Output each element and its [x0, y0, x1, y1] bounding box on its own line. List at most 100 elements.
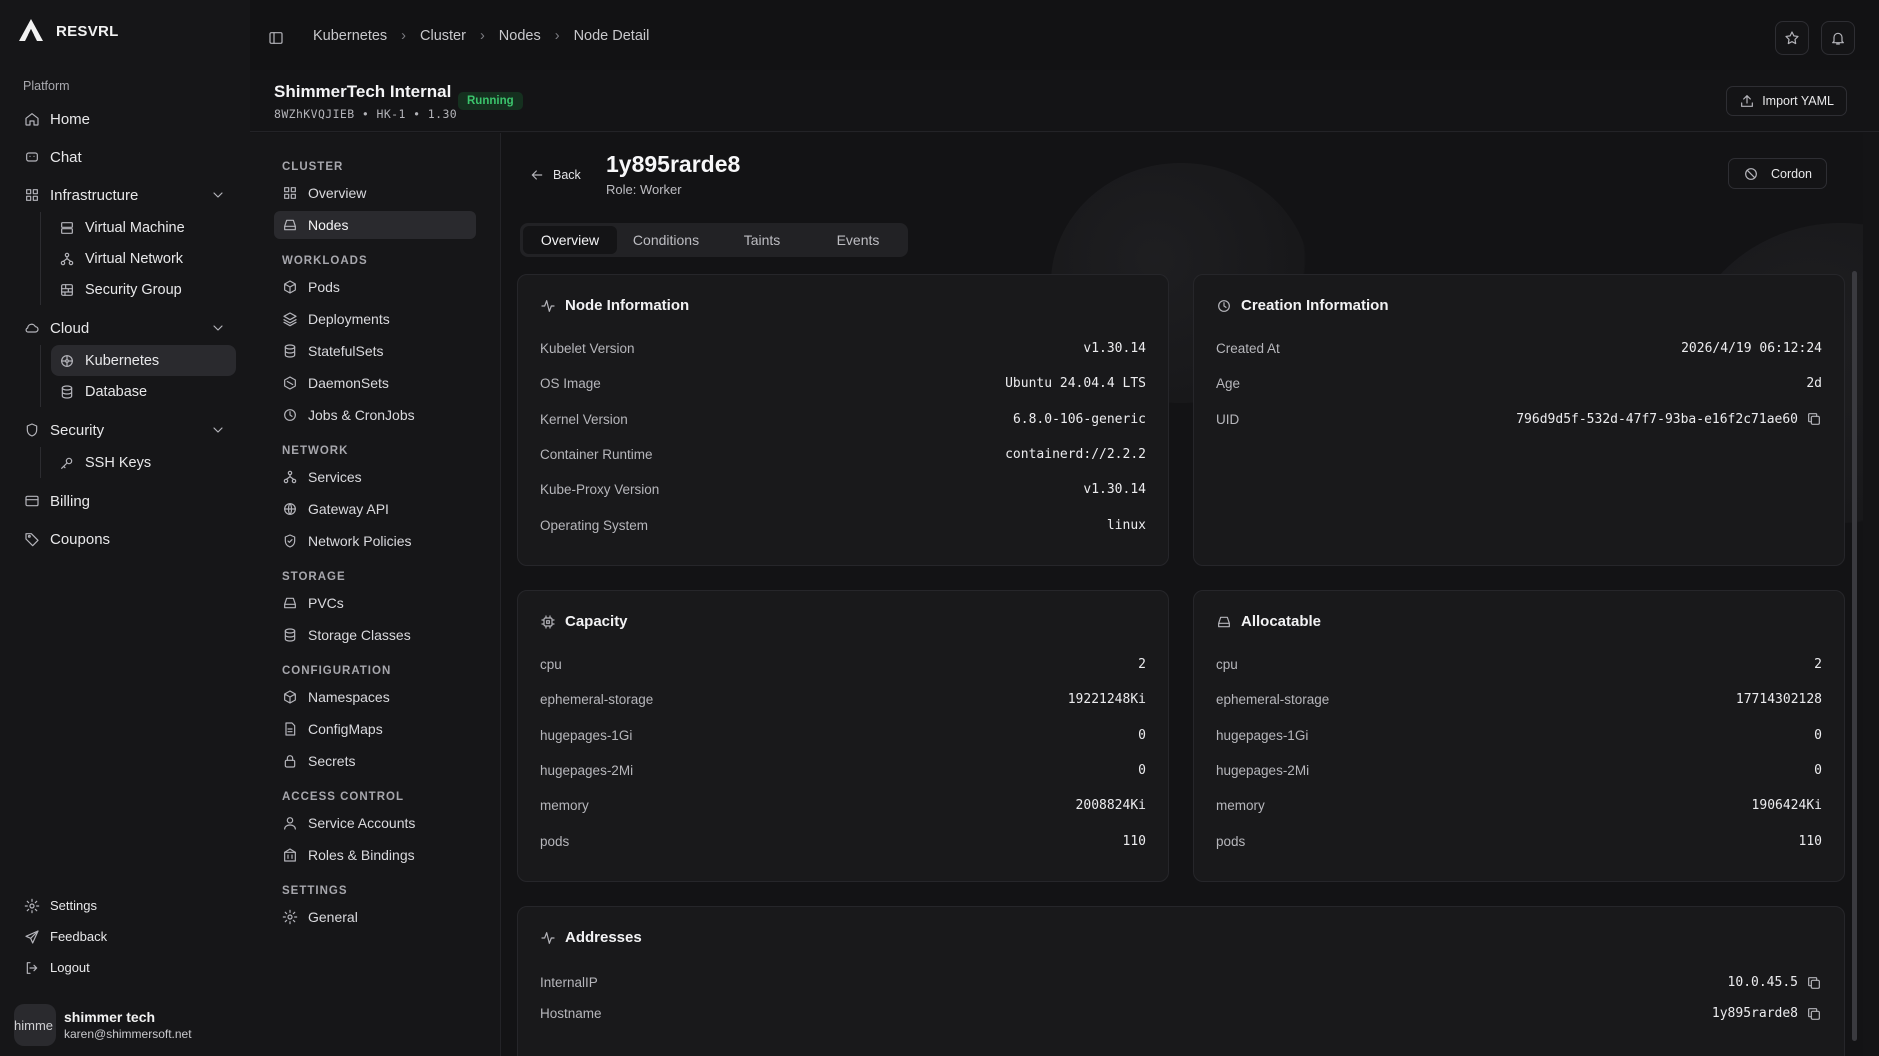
- row-value: 0: [1814, 763, 1822, 779]
- clock-icon: [1216, 298, 1232, 314]
- scrollbar[interactable]: [1852, 271, 1857, 1041]
- nav-settings[interactable]: Settings: [14, 890, 236, 921]
- k8s-nav-network-policies[interactable]: Network Policies: [274, 527, 476, 555]
- node-information-card: Node Information Kubelet Version v1.30.14…: [517, 274, 1169, 566]
- user-profile[interactable]: himme shimmer tech karen@shimmersoft.net: [14, 1004, 192, 1046]
- back-button[interactable]: Back: [529, 167, 581, 183]
- nav-security[interactable]: Security: [14, 411, 236, 449]
- k8s-nav-jobs-label: Jobs & CronJobs: [308, 407, 415, 423]
- info-row: pods 110: [540, 823, 1146, 858]
- nav-kubernetes[interactable]: Kubernetes: [51, 345, 236, 376]
- nav-cloud-label: Cloud: [50, 319, 90, 337]
- import-yaml-button[interactable]: Import YAML: [1726, 86, 1847, 116]
- k8s-nav-configmaps[interactable]: ConfigMaps: [274, 715, 476, 743]
- k8s-nav-jobs[interactable]: Jobs & CronJobs: [274, 401, 476, 429]
- k8s-nav-deployments[interactable]: Deployments: [274, 305, 476, 333]
- k8s-nav-overview[interactable]: Overview: [274, 179, 476, 207]
- k8s-nav-daemonsets[interactable]: DaemonSets: [274, 369, 476, 397]
- nav-logout[interactable]: Logout: [14, 952, 236, 983]
- tab-taints[interactable]: Taints: [715, 226, 809, 254]
- bottom-nav: Settings Feedback Logout: [14, 890, 236, 983]
- brand-name: RESVRL: [56, 23, 119, 40]
- database-icon: [59, 384, 75, 400]
- tag-icon: [24, 531, 40, 547]
- gear-icon: [24, 898, 40, 914]
- k8s-nav-roles-bindings[interactable]: Roles & Bindings: [274, 841, 476, 869]
- row-value: v1.30.14: [1083, 482, 1146, 498]
- tab-events[interactable]: Events: [811, 226, 905, 254]
- k8s-nav-namespaces[interactable]: Namespaces: [274, 683, 476, 711]
- tab-conditions[interactable]: Conditions: [619, 226, 713, 254]
- infrastructure-submenu: Virtual Machine Virtual Network Security…: [40, 212, 236, 305]
- k8s-nav-service-accounts[interactable]: Service Accounts: [274, 809, 476, 837]
- status-badge: Running: [458, 92, 523, 110]
- k8s-nav-storage-classes[interactable]: Storage Classes: [274, 621, 476, 649]
- info-rows: InternalIP 10.0.45.5 Hostname 1y895rarde8: [540, 967, 1822, 1029]
- sidebar-toggle-icon[interactable]: [268, 30, 284, 46]
- chevron-down-icon[interactable]: [210, 422, 226, 438]
- upload-icon: [1739, 93, 1755, 109]
- k8s-nav-services[interactable]: Services: [274, 463, 476, 491]
- info-row: Hostname 1y895rarde8: [540, 998, 1822, 1029]
- row-value: linux: [1106, 517, 1146, 533]
- activity-icon: [540, 930, 556, 946]
- addresses-card: Addresses InternalIP 10.0.45.5 Hostname 1y…: [517, 906, 1845, 1056]
- nav-security-group[interactable]: Security Group: [51, 274, 236, 305]
- nav-infrastructure[interactable]: Infrastructure: [14, 176, 236, 214]
- row-key: Created At: [1216, 341, 1280, 357]
- nav-virtual-network[interactable]: Virtual Network: [51, 243, 236, 274]
- activity-icon: [540, 298, 556, 314]
- nav-ssh-keys[interactable]: SSH Keys: [51, 447, 236, 478]
- breadcrumb-nodes[interactable]: Nodes: [499, 28, 541, 44]
- copy-icon[interactable]: [1806, 411, 1822, 427]
- row-value: 2026/4/19 06:12:24: [1681, 341, 1822, 357]
- favorite-button[interactable]: [1775, 21, 1809, 55]
- nav-feedback[interactable]: Feedback: [14, 921, 236, 952]
- k8s-nav-pvcs[interactable]: PVCs: [274, 589, 476, 617]
- copy-icon[interactable]: [1806, 975, 1822, 991]
- breadcrumb-kubernetes[interactable]: Kubernetes: [313, 28, 387, 44]
- nav-virtual-machine[interactable]: Virtual Machine: [51, 212, 236, 243]
- capacity-card: Capacity cpu 2 ephemeral-storage 19221248K…: [517, 590, 1169, 882]
- card-title: Addresses: [565, 929, 642, 946]
- copy-icon[interactable]: [1806, 1006, 1822, 1022]
- k8s-nav-general[interactable]: General: [274, 903, 476, 931]
- card-title: Allocatable: [1241, 613, 1322, 630]
- row-key: OS Image: [540, 376, 601, 392]
- lock-icon: [282, 753, 298, 769]
- info-row: Kernel Version 6.8.0-106-generic: [540, 402, 1146, 437]
- nav-settings-label: Settings: [50, 898, 97, 913]
- info-row: Kube-Proxy Version v1.30.14: [540, 472, 1146, 507]
- cordon-button[interactable]: Cordon: [1728, 158, 1827, 189]
- row-value: 10.0.45.5: [1727, 975, 1798, 990]
- network-icon: [59, 251, 75, 267]
- node-name: 1y895rarde8: [606, 151, 741, 177]
- info-row: cpu 2: [1216, 647, 1822, 682]
- nav-database[interactable]: Database: [51, 376, 236, 407]
- nav-chat[interactable]: Chat: [14, 138, 236, 176]
- tab-overview[interactable]: Overview: [523, 226, 617, 254]
- chevron-down-icon[interactable]: [210, 320, 226, 336]
- nav-coupons[interactable]: Coupons: [14, 520, 236, 558]
- shield-check-icon: [282, 533, 298, 549]
- k8s-nav-gateway-api[interactable]: Gateway API: [274, 495, 476, 523]
- k8s-nav-statefulsets[interactable]: StatefulSets: [274, 337, 476, 365]
- grid-icon: [282, 185, 298, 201]
- k8s-section-storage: STORAGE: [282, 571, 346, 583]
- platform-section-label: Platform: [23, 79, 70, 93]
- key-icon: [59, 455, 75, 471]
- nav-home[interactable]: Home: [14, 100, 236, 138]
- nav-cloud[interactable]: Cloud: [14, 309, 236, 347]
- row-value: 17714302128: [1735, 692, 1822, 708]
- k8s-nav-secrets[interactable]: Secrets: [274, 747, 476, 775]
- card-title: Capacity: [565, 613, 628, 630]
- notifications-button[interactable]: [1821, 21, 1855, 55]
- nav-billing[interactable]: Billing: [14, 482, 236, 520]
- k8s-nav-nodes[interactable]: Nodes: [274, 211, 476, 239]
- chevron-down-icon[interactable]: [210, 187, 226, 203]
- k8s-nav-pods[interactable]: Pods: [274, 273, 476, 301]
- brand[interactable]: RESVRL: [18, 18, 119, 45]
- layers-icon: [282, 311, 298, 327]
- security-submenu: SSH Keys: [40, 447, 236, 478]
- breadcrumb-cluster[interactable]: Cluster: [420, 28, 466, 44]
